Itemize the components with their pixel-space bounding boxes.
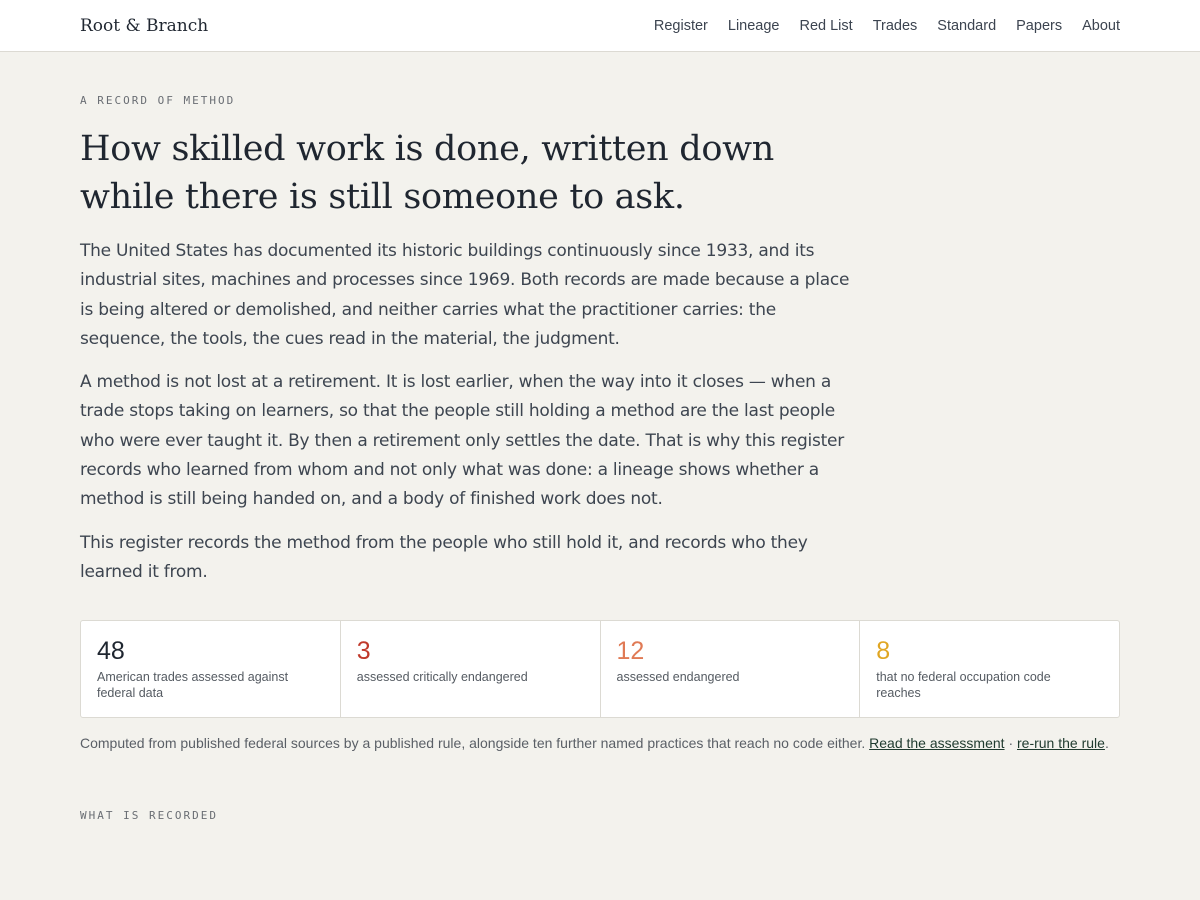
stat-label: American trades assessed against federal… <box>97 670 289 701</box>
stat-no-occupation-code: 8 that no federal occupation code reache… <box>860 621 1119 717</box>
intro-paragraph-1: The United States has documented its his… <box>80 241 850 349</box>
stat-value: 8 <box>876 637 891 666</box>
footnote-end: . <box>1104 735 1109 752</box>
nav-register[interactable]: Register <box>654 18 708 34</box>
stats-panel: 48 American trades assessed against fede… <box>80 620 1120 719</box>
hero-eyebrow: A RECORD OF METHOD <box>80 94 236 107</box>
intro-text: The United States has documented its his… <box>80 237 850 587</box>
nav-lineage[interactable]: Lineage <box>728 18 780 34</box>
nav-red-list[interactable]: Red List <box>799 18 852 34</box>
title-line-1: How skilled work is done, written down <box>80 129 775 169</box>
nav-standard[interactable]: Standard <box>937 18 996 34</box>
intro-paragraph-3: This register records the method from th… <box>80 532 808 582</box>
stat-label: assessed endangered <box>616 670 740 685</box>
stat-label: assessed critically endangered <box>356 670 528 685</box>
stat-value: 3 <box>356 637 371 666</box>
section-eyebrow-what-is-recorded: WHAT IS RECORDED <box>80 809 218 823</box>
brand-logo[interactable]: Root & Branch <box>80 16 208 36</box>
read-assessment-link[interactable]: Read the assessment <box>869 735 1004 751</box>
nav-trades[interactable]: Trades <box>873 18 918 34</box>
stats-footnote: Computed from published federal sources … <box>80 735 1120 751</box>
footnote-separator: · <box>1008 735 1014 752</box>
nav-about[interactable]: About <box>1082 18 1120 34</box>
footnote-text: Computed from published federal sources … <box>80 735 866 752</box>
stat-trades-assessed: 48 American trades assessed against fede… <box>81 621 341 718</box>
stat-label: that no federal occupation code reaches <box>876 670 1051 701</box>
page-title: How skilled work is done, written down w… <box>80 125 840 221</box>
top-bar: Root & Branch Register Lineage Red List … <box>0 0 1200 52</box>
rerun-rule-link[interactable]: re-run the rule <box>1017 735 1105 751</box>
stat-value: 48 <box>97 637 125 666</box>
intro-paragraph-2: A method is not lost at a retirement. It… <box>80 372 844 510</box>
stat-endangered: 12 assessed endangered <box>601 621 861 718</box>
stat-critically-endangered: 3 assessed critically endangered <box>341 621 601 718</box>
main-nav: Register Lineage Red List Trades Standar… <box>654 18 1120 34</box>
title-line-2: while there is still someone to ask. <box>80 177 685 217</box>
nav-papers[interactable]: Papers <box>1016 18 1062 34</box>
stat-value: 12 <box>616 637 645 666</box>
main-content: A RECORD OF METHOD How skilled work is d… <box>0 94 1200 822</box>
